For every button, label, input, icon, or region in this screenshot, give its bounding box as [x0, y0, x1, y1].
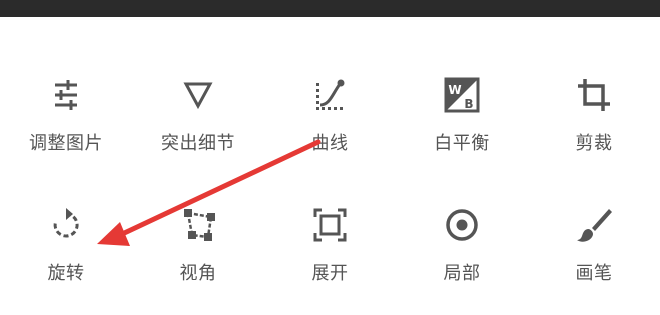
tool-label: 曲线: [311, 133, 349, 154]
perspective-icon: [178, 205, 218, 245]
tool-details[interactable]: 突出细节: [143, 75, 253, 185]
svg-text:B: B: [464, 97, 473, 111]
tool-label: 白平衡: [434, 133, 490, 154]
curves-icon: [310, 75, 350, 115]
tool-brush[interactable]: 画笔: [539, 205, 649, 315]
tool-label: 展开: [311, 263, 349, 284]
tool-label: 画笔: [575, 263, 613, 284]
selective-target-icon: [442, 205, 482, 245]
tool-perspective[interactable]: 视角: [143, 205, 253, 315]
top-status-bar: [0, 0, 660, 17]
tool-label: 调整图片: [29, 133, 103, 154]
tool-curves[interactable]: 曲线: [275, 75, 385, 185]
tool-label: 旋转: [47, 263, 85, 284]
triangle-down-icon: [178, 75, 218, 115]
tool-crop[interactable]: 剪裁: [539, 75, 649, 185]
tool-rotate[interactable]: 旋转: [11, 205, 121, 315]
tune-sliders-icon: [46, 75, 86, 115]
crop-icon: [574, 75, 614, 115]
tool-label: 局部: [443, 263, 481, 284]
tool-label: 突出细节: [161, 133, 235, 154]
tool-label: 视角: [179, 263, 217, 284]
tool-expand[interactable]: 展开: [275, 205, 385, 315]
rotate-icon: [46, 205, 86, 245]
tool-label: 剪裁: [575, 133, 613, 154]
brush-icon: [574, 205, 614, 245]
tool-white-balance[interactable]: W B 白平衡: [407, 75, 517, 185]
tool-selective[interactable]: 局部: [407, 205, 517, 315]
tool-tune-image[interactable]: 调整图片: [11, 75, 121, 185]
expand-icon: [310, 205, 350, 245]
svg-text:W: W: [448, 83, 461, 97]
white-balance-wb-icon: W B: [442, 75, 482, 115]
